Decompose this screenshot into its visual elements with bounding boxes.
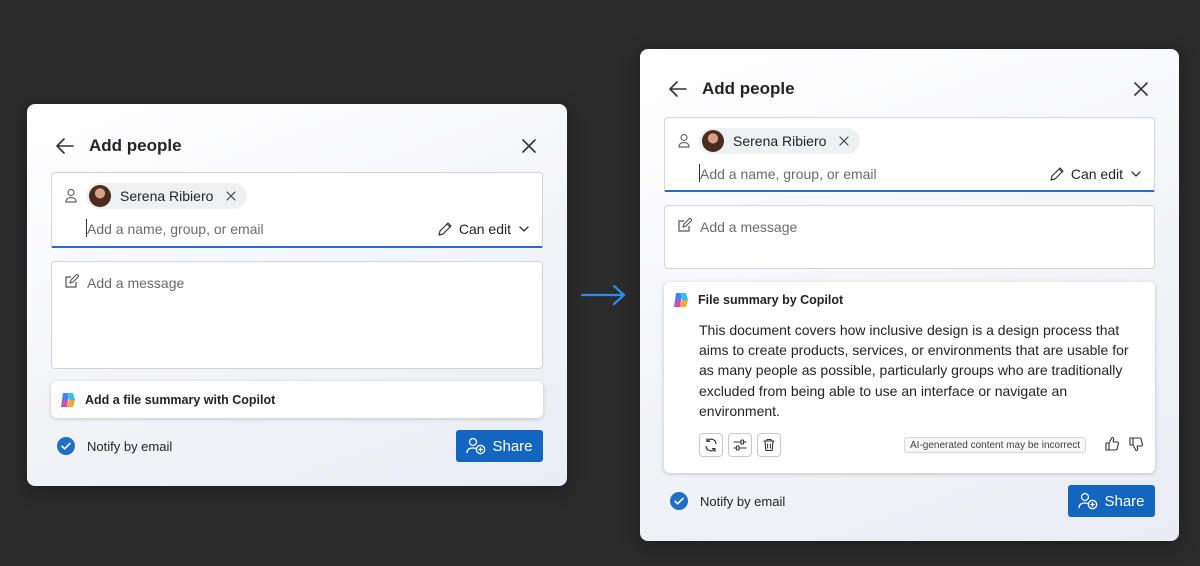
summary-header: File summary by Copilot [672, 291, 843, 309]
notify-checkbox[interactable] [670, 492, 688, 510]
avatar [702, 130, 724, 152]
add-person-icon [1078, 492, 1098, 510]
ai-disclaimer-badge: AI-generated content may be incorrect [904, 437, 1087, 453]
regenerate-button[interactable] [699, 433, 723, 457]
close-icon[interactable] [1129, 77, 1153, 101]
copilot-logo-icon [674, 293, 688, 307]
avatar [89, 185, 111, 207]
people-search-input[interactable] [87, 219, 337, 239]
back-arrow-icon[interactable] [666, 77, 690, 101]
dialog-header: Add people [51, 126, 543, 166]
share-button[interactable]: Share [456, 430, 543, 462]
notify-label: Notify by email [87, 439, 173, 454]
edit-message-icon [678, 218, 692, 232]
person-icon [65, 188, 77, 203]
add-people-dialog-before: Add people Serena Ribiero Can edit [27, 104, 567, 486]
edit-message-icon [65, 274, 79, 288]
add-person-icon [466, 437, 486, 455]
message-box[interactable] [51, 261, 543, 369]
recipient-chip[interactable]: Serena Ribiero [699, 128, 861, 154]
permission-label: Can edit [1070, 166, 1123, 182]
back-arrow-icon[interactable] [53, 134, 77, 158]
delete-button[interactable] [757, 433, 781, 457]
summary-line: as many people as possible, particularly… [699, 362, 1123, 379]
message-box[interactable] [664, 205, 1155, 269]
people-picker[interactable]: Serena Ribiero Can edit [664, 117, 1155, 192]
message-input[interactable] [700, 217, 1120, 237]
notify-checkbox[interactable] [57, 437, 75, 455]
share-button[interactable]: Share [1068, 485, 1155, 517]
remove-recipient-icon[interactable] [838, 135, 850, 147]
pencil-icon [1050, 167, 1064, 181]
people-search-input[interactable] [700, 164, 950, 184]
permission-label: Can edit [458, 221, 511, 237]
copilot-button-label: Add a file summary with Copilot [85, 392, 276, 407]
chevron-down-icon [519, 226, 529, 232]
summary-toolbar [699, 433, 786, 457]
people-picker[interactable]: Serena Ribiero Can edit [51, 172, 543, 248]
checkmark-icon [61, 442, 71, 450]
add-copilot-summary-button[interactable]: Add a file summary with Copilot [51, 381, 543, 418]
thumbs-down-icon[interactable] [1128, 436, 1144, 452]
regenerate-icon [705, 438, 717, 452]
summary-line: environment. [699, 402, 780, 419]
person-icon [678, 133, 690, 148]
chevron-down-icon [1131, 171, 1141, 177]
adjust-button[interactable] [728, 433, 752, 457]
thumbs-up-icon[interactable] [1104, 436, 1120, 452]
copilot-logo-icon [61, 392, 75, 407]
delete-icon [763, 438, 775, 452]
summary-title: File summary by Copilot [698, 293, 844, 307]
dialog-footer: Notify by email Share [664, 484, 1155, 518]
checkmark-icon [674, 497, 684, 505]
dialog-title: Add people [702, 79, 795, 98]
permission-dropdown[interactable]: Can edit [1048, 164, 1142, 184]
summary-line: aims to create products, services, or en… [699, 342, 1129, 359]
add-people-dialog-after: Add people Serena Ribiero Can edit [640, 49, 1179, 541]
recipient-name: Serena Ribiero [120, 188, 214, 204]
message-input[interactable] [87, 273, 507, 293]
transition-arrow-icon [581, 284, 626, 306]
share-label: Share [492, 437, 533, 455]
pencil-icon [438, 222, 452, 236]
remove-recipient-icon[interactable] [225, 190, 237, 202]
dialog-header: Add people [664, 69, 1155, 109]
dialog-footer: Notify by email Share [51, 429, 543, 463]
copilot-summary-card: File summary by Copilot This document co… [664, 282, 1155, 473]
close-icon[interactable] [517, 134, 541, 158]
recipient-chip[interactable]: Serena Ribiero [86, 183, 248, 209]
summary-text: This document covers how inclusive desig… [699, 320, 1139, 421]
notify-label: Notify by email [700, 494, 786, 509]
summary-line: This document covers how inclusive desig… [699, 322, 1120, 338]
adjust-icon [733, 439, 747, 451]
permission-dropdown[interactable]: Can edit [436, 219, 530, 239]
share-label: Share [1104, 492, 1145, 510]
recipient-name: Serena Ribiero [733, 133, 827, 149]
summary-line: excluded from being able to use an inter… [699, 382, 1068, 399]
dialog-title: Add people [89, 136, 182, 155]
